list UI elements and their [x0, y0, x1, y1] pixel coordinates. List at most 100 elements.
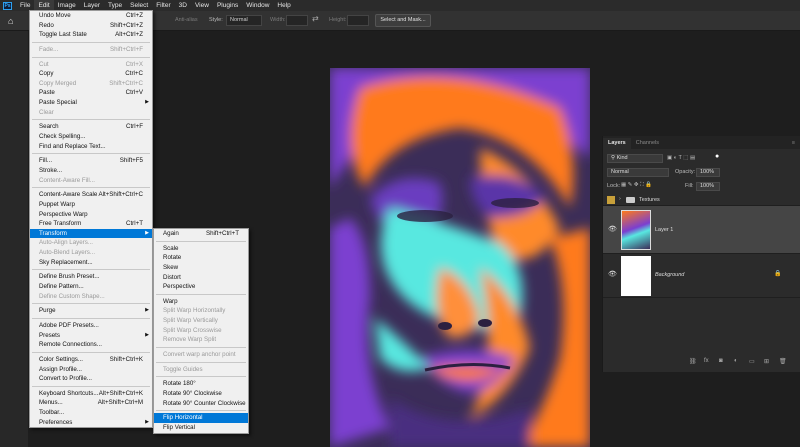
menu-item-toggle-last-state[interactable]: Toggle Last State Alt+Ctrl+Z — [30, 30, 152, 40]
menu-item-again[interactable]: Again Shift+Ctrl+T — [154, 229, 248, 239]
select-and-mask-button[interactable]: Select and Mask... — [375, 14, 431, 27]
layer-thumbnail — [621, 210, 651, 250]
menu-item-label: Rotate — [163, 254, 182, 262]
menu-item-rotate[interactable]: Rotate — [154, 253, 248, 263]
menu-item-menus[interactable]: Menus... Alt+Shift+Ctrl+M — [30, 398, 152, 408]
fill-input[interactable]: 100% — [696, 182, 720, 191]
tab-channels[interactable]: Channels — [631, 138, 664, 149]
width-input[interactable] — [286, 15, 308, 26]
eye-icon[interactable]: 👁 — [608, 225, 617, 233]
menu-filter[interactable]: Filter — [152, 0, 174, 11]
menu-item-label: Menus... — [39, 399, 63, 407]
menu-item-shortcut: Shift+Ctrl+K — [109, 355, 143, 363]
menu-window[interactable]: Window — [242, 0, 273, 11]
group-icon[interactable]: ▭ — [749, 358, 755, 365]
menu-item-skew[interactable]: Skew — [154, 263, 248, 273]
menu-separator — [32, 119, 150, 121]
menu-item-find-and-replace-text[interactable]: Find and Replace Text... — [30, 142, 152, 152]
chevron-right-icon[interactable]: › — [619, 196, 621, 202]
menu-item-perspective-warp[interactable]: Perspective Warp — [30, 210, 152, 220]
menu-3d[interactable]: 3D — [175, 0, 191, 11]
menu-item-toolbar[interactable]: Toolbar... — [30, 408, 152, 418]
menu-item-flip-horizontal[interactable]: Flip Horizontal — [154, 413, 248, 423]
eye-icon[interactable]: 👁 — [608, 270, 617, 278]
link-icon[interactable]: ⛓ — [689, 358, 697, 365]
layer-row-background[interactable]: 👁 Background 🔒 — [603, 254, 800, 298]
menu-item-label: Again — [163, 230, 179, 237]
menu-item-rotate-180[interactable]: Rotate 180° — [154, 379, 248, 389]
menu-item-puppet-warp[interactable]: Puppet Warp — [30, 200, 152, 210]
menu-plugins[interactable]: Plugins — [213, 0, 242, 11]
filter-icons[interactable]: ▣ ◐ T ⬚ ▤ — [667, 155, 695, 161]
menu-item-redo[interactable]: Redo Shift+Ctrl+Z — [30, 21, 152, 31]
menu-item-assign-profile[interactable]: Assign Profile... — [30, 365, 152, 375]
menu-item-label: Color Settings... — [39, 355, 84, 363]
menu-item-preferences[interactable]: Preferences ▶ — [30, 418, 152, 428]
menu-item-keyboard-shortcuts[interactable]: Keyboard Shortcuts... Alt+Shift+Ctrl+K — [30, 389, 152, 399]
lock-icons[interactable]: ▦ ✎ ✥ ⛶ 🔒 — [621, 182, 652, 189]
menu-item-color-settings[interactable]: Color Settings... Shift+Ctrl+K — [30, 355, 152, 365]
menu-item-flip-vertical[interactable]: Flip Vertical — [154, 423, 248, 433]
menu-item-paste[interactable]: Paste Ctrl+V — [30, 88, 152, 98]
fx-icon[interactable]: fx — [704, 358, 709, 364]
menu-item-content-aware-scale[interactable]: Content-Aware Scale Alt+Shift+Ctrl+C — [30, 190, 152, 200]
menu-item-fill[interactable]: Fill... Shift+F5 — [30, 156, 152, 166]
menu-item-transform[interactable]: Transform ▶ — [30, 228, 152, 239]
layer-kind-filter[interactable]: ⚲ Kind — [607, 154, 663, 163]
menu-item-copy[interactable]: Copy Ctrl+C — [30, 69, 152, 79]
menu-item-perspective[interactable]: Perspective — [154, 282, 248, 292]
filter-toggle-icon[interactable]: ● — [715, 153, 719, 160]
menu-item-label: Undo Move — [39, 12, 71, 19]
menu-item-label: Remote Connections... — [39, 341, 102, 349]
opacity-input[interactable]: 100% — [696, 168, 720, 177]
visibility-off-icon[interactable] — [607, 196, 615, 204]
trash-icon[interactable]: 🗑 — [779, 358, 787, 365]
menu-item-label: Content-Aware Fill... — [39, 176, 95, 184]
menu-item-shortcut: Shift+Ctrl+Z — [109, 21, 143, 29]
photoshop-logo-icon[interactable]: Ps — [3, 1, 12, 10]
height-input[interactable] — [347, 15, 369, 26]
menu-item-define-brush-preset[interactable]: Define Brush Preset... — [30, 272, 152, 282]
layer-row-layer1[interactable]: 👁 Layer 1 — [603, 206, 800, 254]
menu-item-adobe-pdf-presets[interactable]: Adobe PDF Presets... — [30, 321, 152, 331]
menu-separator — [32, 351, 150, 353]
menu-item-warp[interactable]: Warp — [154, 297, 248, 307]
mask-icon[interactable]: ◙ — [719, 358, 723, 364]
menu-item-scale[interactable]: Scale — [154, 244, 248, 254]
home-icon[interactable]: ⌂ — [8, 16, 18, 26]
menu-item-cut: Cut Ctrl+X — [30, 60, 152, 70]
menu-item-remote-connections[interactable]: Remote Connections... — [30, 340, 152, 350]
tab-layers[interactable]: Layers — [603, 138, 631, 149]
adjustment-icon[interactable]: ◐ — [734, 358, 738, 364]
menu-item-paste-special[interactable]: Paste Special ▶ — [30, 98, 152, 108]
menu-item-search[interactable]: Search Ctrl+F — [30, 122, 152, 132]
menu-item-label: Redo — [39, 21, 54, 29]
blend-mode-select[interactable]: Normal — [607, 168, 669, 177]
layer-row-textures[interactable]: › Textures — [603, 194, 800, 206]
menu-help[interactable]: Help — [273, 0, 294, 11]
menu-item-convert-warp-anchor-point: Convert warp anchor point — [154, 350, 248, 360]
menu-view[interactable]: View — [191, 0, 213, 11]
menu-item-presets[interactable]: Presets ▶ — [30, 331, 152, 341]
menu-item-label: Skew — [163, 263, 179, 271]
menu-item-undo-move[interactable]: Undo Move Ctrl+Z — [30, 11, 152, 21]
menu-item-stroke[interactable]: Stroke... — [30, 166, 152, 176]
new-layer-icon[interactable]: ⊞ — [764, 358, 769, 365]
menu-item-distort[interactable]: Distort — [154, 273, 248, 283]
panel-footer: ⛓ fx ◙ ◐ ▭ ⊞ 🗑 — [603, 352, 800, 372]
menu-item-check-spelling[interactable]: Check Spelling... — [30, 132, 152, 142]
panel-menu-icon[interactable]: ≡ — [787, 138, 800, 149]
lock-label: Lock: — [607, 183, 621, 189]
swap-icon[interactable]: ⇄ — [312, 14, 319, 23]
menu-item-purge[interactable]: Purge ▶ — [30, 306, 152, 316]
menu-separator — [156, 361, 246, 363]
menu-item-define-pattern[interactable]: Define Pattern... — [30, 282, 152, 292]
menu-item-rotate-90-clockwise[interactable]: Rotate 90° Clockwise — [154, 389, 248, 399]
menu-item-shortcut: Ctrl+F — [125, 123, 143, 131]
document-canvas[interactable] — [330, 68, 590, 447]
menu-item-sky-replacement[interactable]: Sky Replacement... — [30, 258, 152, 268]
menu-item-convert-to-profile[interactable]: Convert to Profile... — [30, 374, 152, 384]
menu-item-rotate-90-counter-clockwise[interactable]: Rotate 90° Counter Clockwise — [154, 399, 248, 409]
menu-item-free-transform[interactable]: Free Transform Ctrl+T — [30, 219, 152, 229]
style-select[interactable]: Normal — [226, 15, 262, 26]
